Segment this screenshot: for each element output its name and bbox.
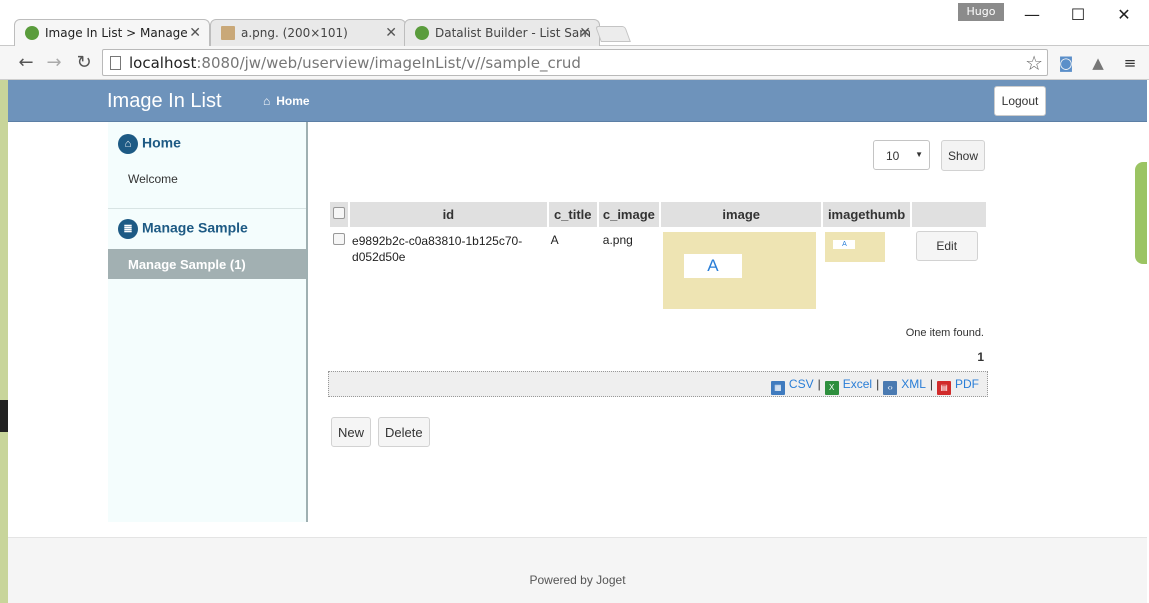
sidebar-divider [108, 208, 306, 209]
minimize-button[interactable]: — [1020, 4, 1044, 26]
export-csv-link[interactable]: CSV [789, 377, 814, 391]
address-url[interactable]: localhost:8080/jw/web/userview/imageInLi… [129, 54, 581, 72]
background-window-edge [0, 80, 8, 603]
sidebar-item-welcome[interactable]: Welcome [128, 172, 178, 186]
url-path: :8080/jw/web/userview/imageInList/v//sam… [196, 54, 581, 72]
maximize-button[interactable]: ☐ [1066, 4, 1090, 26]
separator: | [817, 377, 821, 391]
edit-button[interactable]: Edit [915, 231, 978, 261]
close-tab-icon[interactable]: ✕ [189, 25, 201, 41]
footer: Powered by Joget [8, 537, 1147, 603]
export-pdf-link[interactable]: PDF [955, 377, 979, 391]
row-checkbox[interactable] [333, 233, 346, 245]
image-thumbnail: A [825, 232, 886, 262]
close-tab-icon[interactable]: ✕ [579, 25, 591, 41]
column-header-actions [911, 202, 986, 227]
drive-extension-icon[interactable]: ▲ [1088, 53, 1108, 73]
cell-id: e9892b2c-c0a83810-1b125c70-d052d50e [352, 234, 523, 264]
new-tab-button[interactable] [595, 26, 631, 42]
browser-tab-label: Image In List > Manage [45, 26, 188, 40]
table-header-row: id c_title c_image image imagethumb [330, 202, 986, 227]
url-host: localhost [129, 54, 197, 72]
column-header-c-title[interactable]: c_title [548, 202, 597, 227]
page-size-value: 10 [886, 149, 900, 163]
separator: | [929, 377, 933, 391]
list-icon: ≣ [118, 219, 138, 239]
browser-tab-image-png[interactable]: a.png. (200×101) ✕ [210, 19, 406, 46]
bookmark-star-icon[interactable]: ☆ [1025, 51, 1043, 75]
header-home-label: Home [276, 94, 310, 108]
sidebar-category-manage-sample[interactable]: ≣ Manage Sample [118, 219, 248, 239]
export-xml-link[interactable]: XML [901, 377, 926, 391]
select-all-header [330, 202, 349, 227]
app-brand[interactable]: Image In List [107, 90, 222, 113]
footer-text: Powered by Joget [529, 573, 626, 587]
pagination-current-page[interactable]: 1 [977, 350, 984, 364]
export-links: ▦ CSV | X Excel | ‹› XML | ▤ PDF [770, 377, 979, 395]
page-icon [110, 56, 121, 70]
result-count: One item found. [905, 327, 984, 339]
app-header: Image In List ⌂ Home Logout [8, 80, 1147, 122]
camera-extension-icon[interactable]: ◙ [1056, 53, 1076, 73]
column-header-imagethumb[interactable]: imagethumb [823, 202, 910, 227]
excel-file-icon: X [824, 381, 839, 395]
table-row: e9892b2c-c0a83810-1b125c70-d052d50e A a.… [330, 227, 986, 309]
delete-button[interactable]: Delete [378, 417, 430, 447]
cell-c-title: A [550, 233, 559, 247]
dropdown-caret-icon: ▼ [915, 150, 923, 159]
header-home-link[interactable]: ⌂ Home [263, 94, 310, 108]
close-tab-icon[interactable]: ✕ [385, 25, 397, 41]
profile-badge[interactable]: Hugo [958, 3, 1004, 21]
sidebar: ⌂ Home Welcome ≣ Manage Sample Manage Samp… [108, 122, 308, 522]
image-favicon-icon [221, 26, 235, 40]
column-header-id[interactable]: id [350, 202, 547, 227]
pdf-file-icon: ▤ [937, 381, 951, 395]
data-table: id c_title c_image image imagethumb e989… [328, 202, 988, 309]
home-icon: ⌂ [263, 94, 271, 108]
browser-titlebar: a.png. (200×101) ✕ Datalist Builder - Li… [0, 0, 1149, 46]
export-excel-link[interactable]: Excel [843, 377, 872, 391]
csv-file-icon: ▦ [770, 381, 785, 395]
sidebar-category-label: Manage Sample [142, 219, 248, 236]
xml-file-icon: ‹› [883, 381, 898, 395]
browser-tab-label: a.png. (200×101) [241, 26, 348, 40]
menu-icon[interactable]: ≡ [1120, 53, 1140, 73]
browser-tab-label: Datalist Builder - List Sam [435, 26, 591, 40]
background-window-dark-strip [0, 400, 8, 432]
forward-arrow-icon[interactable]: → [42, 51, 66, 75]
sidebar-item-manage-sample[interactable]: Manage Sample (1) [108, 249, 306, 279]
show-button[interactable]: Show [941, 140, 985, 171]
image-thumbnail-text: A [833, 240, 856, 249]
export-bar: ▦ CSV | X Excel | ‹› XML | ▤ PDF [328, 371, 988, 397]
page-content: Image In List ⌂ Home Logout ⌂ Home Welcome… [8, 80, 1147, 603]
sidebar-category-label: Home [142, 134, 181, 151]
logout-button[interactable]: Logout [994, 86, 1046, 116]
column-header-image[interactable]: image [660, 202, 822, 227]
browser-tab-image-in-list[interactable]: Image In List > Manage ✕ [14, 19, 210, 46]
joget-favicon-icon [415, 26, 429, 40]
page-size-select[interactable]: 10 ▼ [873, 140, 930, 170]
cell-imagethumb: A [823, 227, 909, 309]
back-arrow-icon[interactable]: ← [14, 51, 38, 75]
select-all-checkbox[interactable] [333, 207, 346, 219]
separator: | [876, 377, 880, 391]
row-select-cell [330, 227, 348, 309]
cell-image: A [661, 227, 821, 309]
side-panel-handle[interactable] [1135, 162, 1147, 264]
image-preview-text: A [683, 254, 742, 278]
reload-icon[interactable]: ↻ [72, 51, 96, 75]
image-preview: A [662, 232, 816, 309]
cell-c-image: a.png [602, 233, 633, 247]
cell-actions: Edit [912, 227, 986, 309]
joget-favicon-icon [25, 26, 39, 40]
browser-toolbar: ← → ↻ localhost:8080/jw/web/userview/ima… [0, 46, 1149, 80]
address-bar[interactable]: localhost:8080/jw/web/userview/imageInLi… [102, 49, 1048, 76]
column-header-c-image[interactable]: c_image [598, 202, 659, 227]
browser-tab-datalist-builder[interactable]: Datalist Builder - List Sam ✕ [404, 19, 600, 46]
home-icon: ⌂ [118, 134, 138, 154]
close-window-button[interactable]: ✕ [1112, 4, 1136, 26]
sidebar-category-home[interactable]: ⌂ Home [118, 134, 181, 154]
new-button[interactable]: New [331, 417, 372, 447]
